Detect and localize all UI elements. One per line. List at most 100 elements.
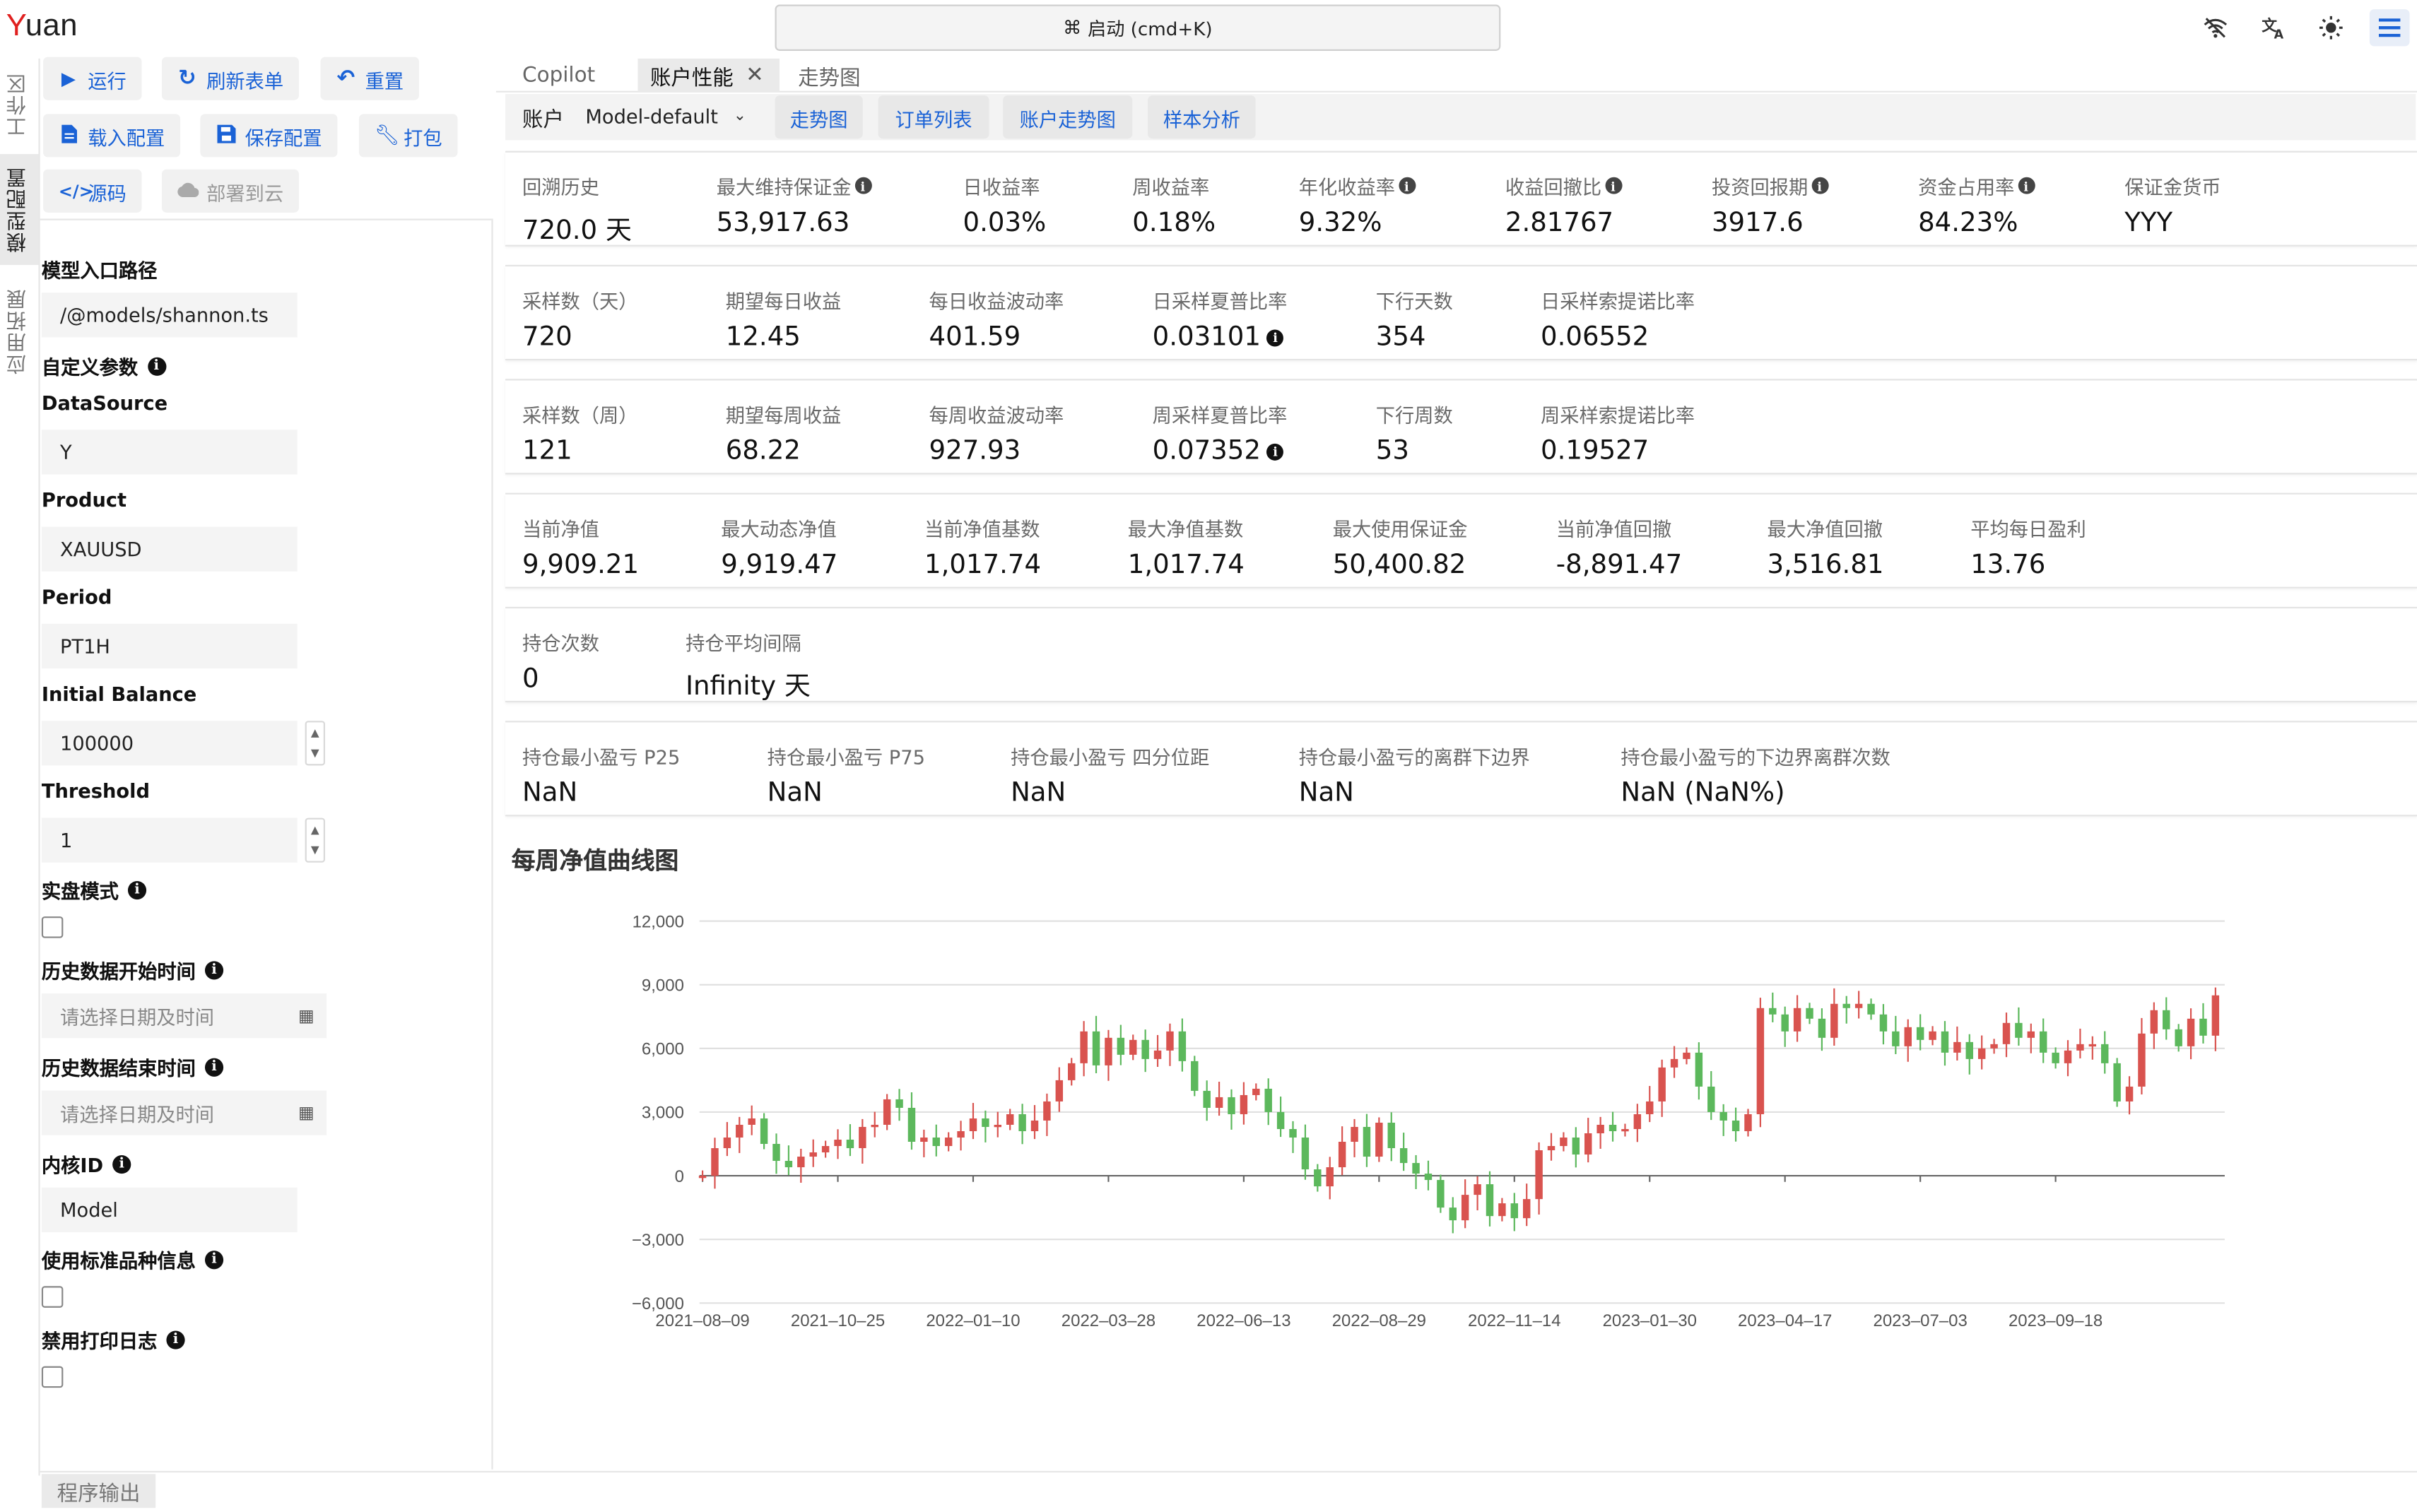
stat-label: 持仓次数 xyxy=(522,631,600,655)
side-tab-model-config[interactable]: 模型配置 xyxy=(0,154,39,265)
info-icon[interactable]: i xyxy=(854,177,871,194)
chevron-down-icon[interactable]: ▼ xyxy=(311,844,319,856)
stat-value: 401.59 xyxy=(929,321,1021,353)
candle-body xyxy=(797,1157,805,1168)
stat-item: 采样数（天） 720 xyxy=(522,285,638,353)
threshold-stepper[interactable]: ▲ ▼ xyxy=(305,817,325,863)
menu-icon[interactable] xyxy=(2369,9,2410,47)
command-palette-button[interactable]: ⌘ 启动 (cmd+K) xyxy=(775,4,1501,51)
trend-chart-button[interactable]: 走势图 xyxy=(775,95,863,139)
x-tick-label: 2023–09–18 xyxy=(2009,1311,2103,1330)
sample-analysis-button[interactable]: 样本分析 xyxy=(1148,95,1256,139)
side-tab-workspace[interactable]: 工作区 xyxy=(0,61,39,148)
info-icon[interactable]: i xyxy=(204,1057,224,1076)
account-trend-button[interactable]: 账户走势图 xyxy=(1003,95,1133,139)
stat-item: 周采样索提诺比率 0.19527 xyxy=(1541,399,1695,467)
close-icon[interactable]: ✕ xyxy=(746,63,764,88)
candle-body xyxy=(1092,1031,1100,1065)
refresh-icon: ↻ xyxy=(178,66,196,91)
stat-label: 持仓最小盈亏 P75 xyxy=(767,745,925,769)
candle-body xyxy=(1240,1094,1248,1114)
stat-value: 9,909.21 xyxy=(522,550,640,581)
account-select[interactable]: Model-default ⌄ xyxy=(576,97,759,136)
initial-balance-stepper[interactable]: ▲ ▼ xyxy=(305,721,325,766)
live-mode-checkbox[interactable] xyxy=(41,916,64,938)
command-label: 启动 (cmd+K) xyxy=(1088,18,1213,40)
calendar-icon[interactable]: ▦ xyxy=(298,1103,314,1123)
info-icon[interactable]: i xyxy=(1811,177,1828,194)
refresh-form-button[interactable]: ↻ 刷新表单 xyxy=(161,57,299,100)
save-config-button[interactable]: 保存配置 xyxy=(200,114,338,158)
info-icon[interactable]: i xyxy=(166,1330,185,1349)
stat-label: 平均每日盈利 xyxy=(1970,517,2086,541)
candle-body xyxy=(736,1124,743,1138)
info-icon[interactable]: i xyxy=(1266,329,1284,346)
stat-label: 日收益率 xyxy=(963,175,1040,199)
tab-trend-chart[interactable]: 走势图 xyxy=(786,59,873,93)
history-start-picker[interactable]: 请选择日期及时间 ▦ xyxy=(41,993,327,1039)
order-list-button[interactable]: 订单列表 xyxy=(878,95,989,139)
candle-body xyxy=(2150,1010,2158,1034)
initial-balance-input[interactable]: 100000 xyxy=(41,721,298,766)
candle-body xyxy=(1707,1086,1715,1112)
stat-item: 最大净值基数 1,017.74 xyxy=(1128,513,1245,580)
side-tab-app-extension[interactable]: 应用拓展 xyxy=(0,274,39,388)
entry-path-input[interactable]: /@models/shannon.ts xyxy=(41,293,298,338)
load-config-button[interactable]: 载入配置 xyxy=(43,114,181,158)
threshold-input[interactable]: 1 xyxy=(41,817,298,863)
stat-value: 0.19527 xyxy=(1541,435,1649,467)
info-icon[interactable]: i xyxy=(127,880,147,899)
stat-card-equity-stats: 当前净值 9,909.21 最大动态净值 9,919.47 当前净值基数 1,017.74… xyxy=(505,492,2417,589)
stat-value: 9,919.47 xyxy=(721,550,838,581)
candle-body xyxy=(2163,1010,2170,1029)
source-code-button[interactable]: </> 源码 xyxy=(43,169,142,213)
candle-body xyxy=(2088,1044,2097,1047)
tab-program-output[interactable]: 程序输出 xyxy=(41,1474,156,1508)
reset-button[interactable]: ↶ 重置 xyxy=(320,57,419,100)
candle-body xyxy=(784,1161,793,1168)
stat-item: 回溯历史 720.0 天 xyxy=(522,171,632,247)
stat-label: 保证金货币 xyxy=(2124,175,2221,199)
stat-value: -8,891.47 xyxy=(1556,550,1683,581)
info-icon[interactable]: i xyxy=(1398,177,1416,194)
info-icon[interactable]: i xyxy=(1266,442,1284,460)
candle-body xyxy=(2138,1033,2146,1087)
product-input[interactable]: XAUUSD xyxy=(41,526,298,572)
chevron-down-icon[interactable]: ▼ xyxy=(311,748,319,760)
translate-icon[interactable]: 文A xyxy=(2260,14,2288,42)
tab-account-performance[interactable]: 账户性能 ✕ xyxy=(637,58,780,93)
info-icon[interactable]: i xyxy=(204,1250,224,1269)
deploy-cloud-button[interactable]: 部署到云 xyxy=(161,169,299,213)
stat-label: 日采样索提诺比率 xyxy=(1541,289,1695,313)
candle-body xyxy=(1646,1101,1654,1114)
info-icon[interactable]: i xyxy=(2017,177,2035,194)
tab-copilot[interactable]: Copilot xyxy=(510,59,608,93)
pack-button[interactable]: 🔧︎ 打包 xyxy=(358,114,458,158)
disable-log-checkbox[interactable] xyxy=(41,1366,64,1388)
history-end-picker[interactable]: 请选择日期及时间 ▦ xyxy=(41,1090,327,1135)
chevron-up-icon[interactable]: ▲ xyxy=(311,726,319,738)
stat-value: 68.22 xyxy=(725,435,801,467)
candle-body xyxy=(846,1140,854,1149)
chevron-up-icon[interactable]: ▲ xyxy=(311,824,319,836)
stat-card-backtest-summary: 回溯历史 720.0 天 最大维持保证金 i 53,917.63 日收益率 0.03% 周收益… xyxy=(505,150,2417,247)
calendar-icon[interactable]: ▦ xyxy=(298,1006,314,1026)
standard-product-checkbox[interactable] xyxy=(41,1286,64,1308)
period-input[interactable]: PT1H xyxy=(41,623,298,669)
kernel-id-input[interactable]: Model xyxy=(41,1187,298,1232)
candle-body xyxy=(1929,1031,1936,1040)
stat-value: 0.03% xyxy=(963,208,1047,239)
run-button[interactable]: ▶ 运行 xyxy=(43,57,142,100)
entry-path-label: 模型入口路径 xyxy=(41,259,158,282)
cloud-icon xyxy=(177,180,199,202)
info-icon[interactable]: i xyxy=(204,960,224,979)
candle-body xyxy=(1596,1124,1604,1133)
candle-body xyxy=(1117,1037,1125,1055)
info-icon[interactable]: i xyxy=(112,1154,131,1174)
info-icon[interactable]: i xyxy=(1604,177,1622,194)
info-icon[interactable]: i xyxy=(147,356,166,375)
theme-sun-icon[interactable] xyxy=(2317,14,2345,42)
wifi-off-icon[interactable] xyxy=(2201,14,2229,42)
datasource-input[interactable]: Y xyxy=(41,430,298,475)
stat-item: 持仓平均间隔 Infinity 天 xyxy=(686,627,811,702)
